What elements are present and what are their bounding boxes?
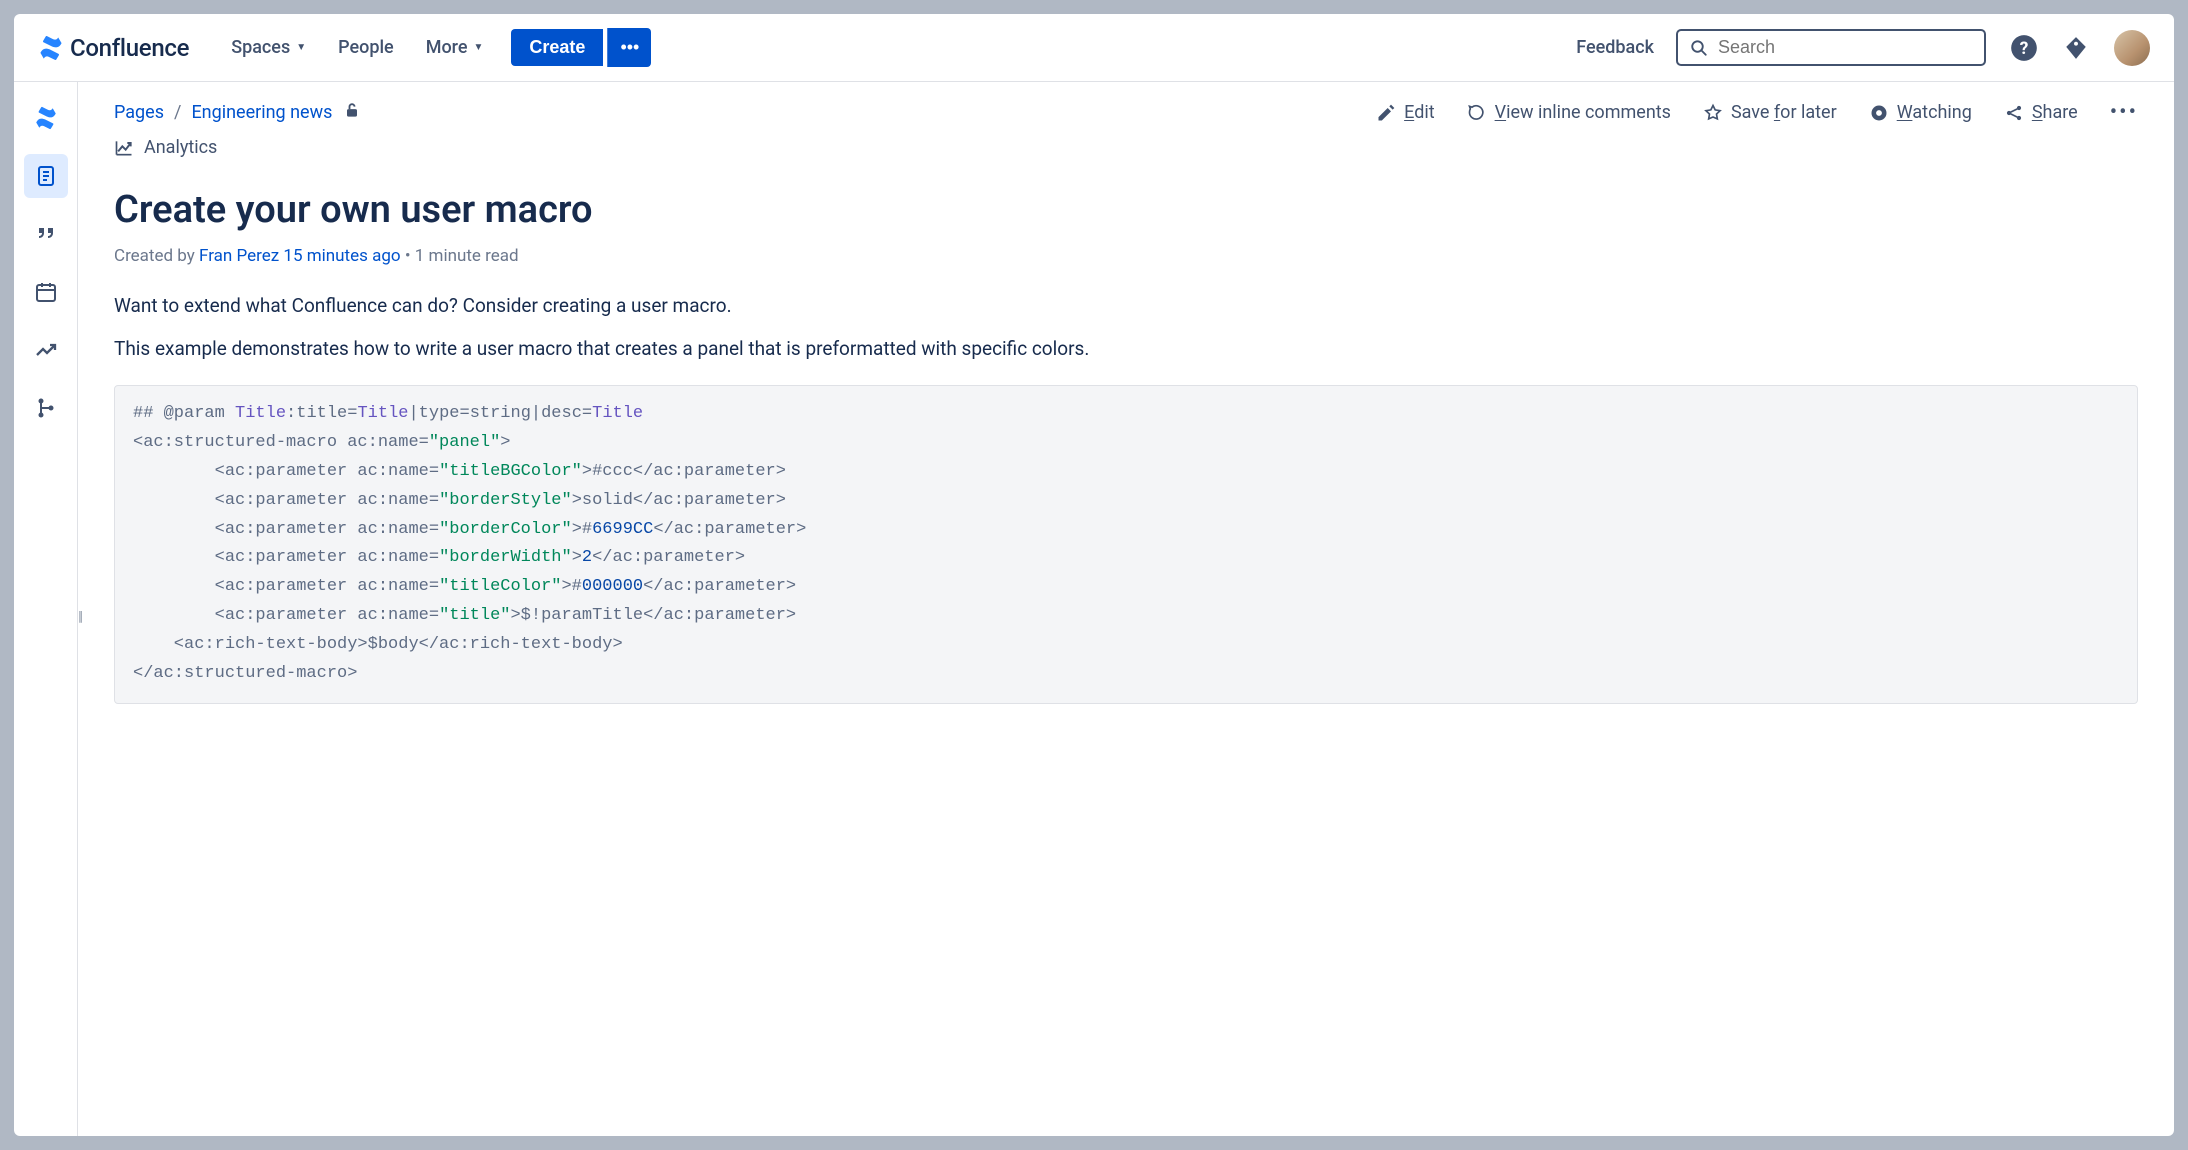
- more-actions-button[interactable]: •••: [2110, 100, 2138, 125]
- page-toolbar: Pages / Engineering news Edit: [114, 100, 2138, 125]
- byline-sep: •: [405, 246, 415, 266]
- save-later-label-b: or later: [1780, 102, 1837, 123]
- share-icon: [2004, 103, 2024, 123]
- nav-more-label: More: [426, 37, 468, 58]
- chevron-down-icon: ▼: [474, 42, 484, 53]
- nav-people-label: People: [338, 37, 394, 58]
- breadcrumb: Pages / Engineering news: [114, 100, 362, 125]
- create-button[interactable]: Create: [511, 29, 603, 66]
- comment-icon: [1467, 103, 1487, 123]
- restrictions-button[interactable]: [342, 100, 362, 125]
- nav-people[interactable]: People: [324, 29, 408, 66]
- calendar-icon: [34, 280, 58, 304]
- create-more-button[interactable]: •••: [607, 28, 651, 67]
- byline-prefix: Created by: [114, 246, 199, 266]
- chevron-down-icon: ▼: [296, 42, 306, 53]
- sidebar: ||: [14, 82, 78, 1136]
- logo-text: Confluence: [70, 34, 189, 62]
- view-inline-label: iew inline comments: [1506, 102, 1671, 123]
- edit-label: dit: [1414, 102, 1434, 123]
- logo[interactable]: Confluence: [38, 34, 189, 62]
- help-icon: ?: [2010, 34, 2038, 62]
- sidebar-blog[interactable]: [24, 212, 68, 256]
- eye-icon: [1869, 103, 1889, 123]
- search-input-wrapper[interactable]: [1676, 29, 1986, 66]
- sidebar-confluence[interactable]: [24, 96, 68, 140]
- edit-button[interactable]: Edit: [1376, 102, 1435, 123]
- breadcrumb-pages[interactable]: Pages: [114, 102, 164, 123]
- page-title: Create your own user macro: [114, 188, 2138, 232]
- sidebar-calendar[interactable]: [24, 270, 68, 314]
- analytics-button[interactable]: Analytics: [114, 137, 2138, 158]
- watching-button[interactable]: Watching: [1869, 102, 1972, 123]
- watching-label: atching: [1912, 102, 1971, 123]
- share-button[interactable]: Share: [2004, 102, 2078, 123]
- byline-when[interactable]: 15 minutes ago: [283, 246, 400, 266]
- save-later-label-a: Save: [1731, 102, 1774, 123]
- sidebar-pages[interactable]: [24, 154, 68, 198]
- share-label: hare: [2043, 102, 2078, 123]
- paragraph-2: This example demonstrates how to write a…: [114, 335, 2138, 364]
- hierarchy-icon: [34, 396, 58, 420]
- tag-icon: [2063, 35, 2089, 61]
- chart-up-icon: [34, 338, 58, 362]
- nav-spaces-label: Spaces: [231, 37, 290, 58]
- notifications-button[interactable]: [2062, 34, 2090, 62]
- sidebar-resize-handle[interactable]: ||: [78, 609, 81, 625]
- chart-up-icon: [114, 138, 134, 158]
- code-block: ## @param Title:title=Title|type=string|…: [114, 385, 2138, 704]
- nav-spaces[interactable]: Spaces ▼: [217, 29, 320, 66]
- avatar[interactable]: [2114, 30, 2150, 66]
- search-icon: [1690, 39, 1708, 57]
- page-icon: [34, 164, 58, 188]
- confluence-icon: [34, 106, 58, 130]
- svg-text:?: ?: [2020, 38, 2029, 58]
- pencil-icon: [1376, 103, 1396, 123]
- view-inline-comments-button[interactable]: View inline comments: [1467, 102, 1671, 123]
- confluence-icon: [38, 35, 64, 61]
- byline: Created by Fran Perez 15 minutes ago • 1…: [114, 246, 2138, 266]
- star-icon: [1703, 103, 1723, 123]
- sidebar-analytics[interactable]: [24, 328, 68, 372]
- byline-readtime: 1 minute read: [415, 246, 519, 266]
- quote-icon: [34, 222, 58, 246]
- save-for-later-button[interactable]: Save for later: [1703, 102, 1837, 123]
- analytics-label: Analytics: [144, 137, 217, 158]
- breadcrumb-sep: /: [174, 102, 181, 123]
- content: Pages / Engineering news Edit: [78, 82, 2174, 1136]
- unlock-icon: [342, 100, 362, 120]
- byline-author[interactable]: Fran Perez: [199, 246, 279, 266]
- search-input[interactable]: [1718, 37, 1972, 58]
- feedback-link[interactable]: Feedback: [1576, 37, 1654, 58]
- paragraph-1: Want to extend what Confluence can do? C…: [114, 292, 2138, 321]
- nav-more[interactable]: More ▼: [412, 29, 498, 66]
- sidebar-tree[interactable]: [24, 386, 68, 430]
- help-button[interactable]: ?: [2010, 34, 2038, 62]
- topbar: Confluence Spaces ▼ People More ▼ Create…: [14, 14, 2174, 82]
- breadcrumb-space[interactable]: Engineering news: [191, 102, 332, 123]
